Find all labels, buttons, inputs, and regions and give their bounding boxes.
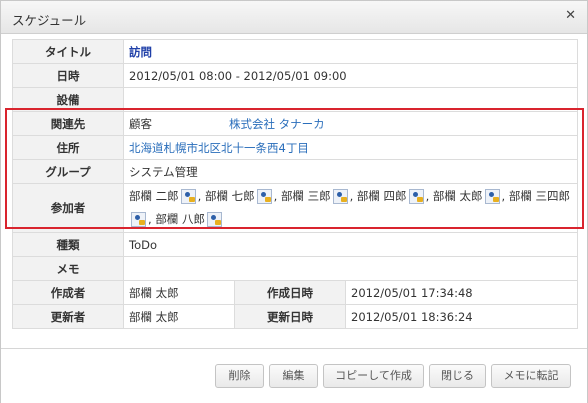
person-icon[interactable]: [332, 189, 348, 204]
address-link[interactable]: 北海道札幌市北区北十一条西4丁目: [129, 141, 309, 155]
schedule-dialog: スケジュール ✕ タイトル 訪問 日時 2012/05/01 08:00 - 2…: [0, 0, 588, 403]
participant-name: 部欄 三郎: [280, 189, 331, 203]
transfer-to-memo-button[interactable]: メモに転記: [491, 364, 571, 388]
facility-label: 設備: [12, 87, 124, 112]
created-at-label: 作成日時: [234, 280, 346, 305]
participant-name: 部欄 七郎: [204, 189, 255, 203]
participant-name: 部欄 八郎: [155, 212, 205, 226]
memo-label: メモ: [12, 256, 124, 281]
type-value: ToDo: [123, 232, 578, 257]
close-icon[interactable]: ✕: [565, 8, 576, 23]
type-label: 種類: [12, 232, 124, 257]
row-title: タイトル 訪問: [12, 39, 578, 64]
row-group: グループ システム管理: [12, 159, 578, 184]
person-icon[interactable]: [256, 189, 272, 204]
edit-button[interactable]: 編集: [269, 364, 318, 388]
copy-create-button[interactable]: コピーして作成: [323, 364, 424, 388]
related-label: 関連先: [12, 111, 124, 136]
row-datetime: 日時 2012/05/01 08:00 - 2012/05/01 09:00: [12, 63, 578, 88]
participant-name: 部欄 二郎: [129, 189, 179, 203]
person-icon[interactable]: [484, 189, 500, 204]
row-updater: 更新者 部欄 太郎 更新日時 2012/05/01 18:36:24: [12, 304, 578, 329]
participants-value: 部欄 二郎, 部欄 七郎, 部欄 三郎, 部欄 四郎, 部欄 太郎, 部欄 三四…: [123, 183, 578, 233]
creator-value: 部欄 太郎: [123, 280, 235, 305]
row-related: 関連先 顧客 株式会社 タナーカ: [12, 111, 578, 136]
close-button[interactable]: 閉じる: [429, 364, 486, 388]
person-icon[interactable]: [131, 212, 146, 227]
facility-value: [123, 87, 578, 112]
group-label: グループ: [12, 159, 124, 184]
title-label: タイトル: [12, 39, 124, 64]
dialog-footer: 削除 編集 コピーして作成 閉じる メモに転記: [1, 348, 587, 403]
row-participants: 参加者 部欄 二郎, 部欄 七郎, 部欄 三郎, 部欄 四郎, 部欄 太郎, 部…: [12, 183, 578, 233]
datetime-label: 日時: [12, 63, 124, 88]
row-address: 住所 北海道札幌市北区北十一条西4丁目: [12, 135, 578, 160]
participant-name: 部欄 太郎: [432, 189, 483, 203]
group-value: システム管理: [123, 159, 578, 184]
participant-name: 部欄 四郎: [356, 189, 407, 203]
person-icon[interactable]: [206, 212, 222, 227]
updated-at-value: 2012/05/01 18:36:24: [345, 304, 578, 329]
datetime-value: 2012/05/01 08:00 - 2012/05/01 09:00: [123, 63, 578, 88]
person-icon[interactable]: [408, 189, 424, 204]
updater-label: 更新者: [12, 304, 124, 329]
row-facility: 設備: [12, 87, 578, 112]
related-customer-link[interactable]: 株式会社 タナーカ: [229, 117, 325, 131]
participants-label: 参加者: [12, 183, 124, 233]
row-creator: 作成者 部欄 太郎 作成日時 2012/05/01 17:34:48: [12, 280, 578, 305]
updater-value: 部欄 太郎: [123, 304, 235, 329]
schedule-detail-table: タイトル 訪問 日時 2012/05/01 08:00 - 2012/05/01…: [12, 39, 578, 329]
memo-value: [123, 256, 578, 281]
row-type: 種類 ToDo: [12, 232, 578, 257]
related-type: 顧客: [129, 116, 152, 131]
title-value: 訪問: [129, 44, 152, 59]
person-icon[interactable]: [180, 189, 196, 204]
dialog-title: スケジュール: [12, 13, 87, 28]
row-memo: メモ: [12, 256, 578, 281]
created-at-value: 2012/05/01 17:34:48: [345, 280, 578, 305]
updated-at-label: 更新日時: [234, 304, 346, 329]
dialog-titlebar: スケジュール ✕: [1, 1, 587, 34]
creator-label: 作成者: [12, 280, 124, 305]
participant-name: 部欄 三四郎: [508, 189, 570, 203]
delete-button[interactable]: 削除: [215, 364, 264, 388]
address-label: 住所: [12, 135, 124, 160]
